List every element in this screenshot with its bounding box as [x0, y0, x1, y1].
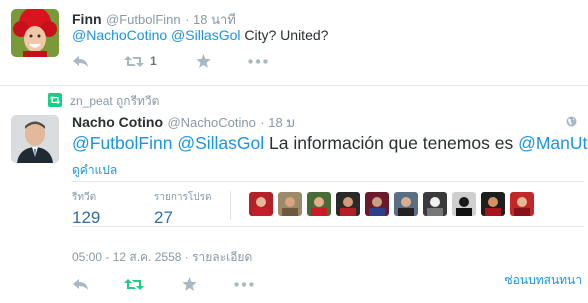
avatar[interactable]: [510, 192, 534, 216]
retweet-icon[interactable]: [124, 278, 182, 291]
globe-icon: [566, 114, 577, 132]
avatar[interactable]: [249, 192, 273, 216]
favorite-icon[interactable]: [182, 277, 234, 291]
retweets-count: 129: [72, 208, 101, 227]
mention-link[interactable]: @NachoCotino: [72, 27, 167, 43]
reply-icon[interactable]: [72, 278, 124, 291]
retweeted-by[interactable]: zn_peat ถูกรีทวีต: [70, 92, 159, 111]
mention-link[interactable]: @SillasGol: [171, 27, 240, 43]
retweet-context: zn_peat ถูกรีทวีต: [48, 92, 159, 111]
avatar[interactable]: [11, 9, 59, 57]
avatar[interactable]: [11, 115, 59, 163]
stats-divider: [230, 191, 231, 220]
favorites-label: รายการโปรด: [154, 192, 212, 203]
tweet-nacho: zn_peat ถูกรีทวีต Nacho Cotino @NachoCot…: [0, 87, 588, 303]
avatar[interactable]: [307, 192, 331, 216]
display-name[interactable]: Finn: [72, 11, 102, 27]
tweet-stats: รีทวีต 129 รายการโปรด 27: [72, 181, 584, 227]
retweets-label: รีทวีต: [72, 192, 97, 203]
tweet-finn: Finn @FutbolFinn · 18 นาที @NachoCotino …: [0, 0, 588, 86]
avatar[interactable]: [365, 192, 389, 216]
mention-link[interactable]: @ManUtd: [518, 133, 588, 153]
tweet-text-body: City? United?: [240, 27, 329, 43]
more-icon[interactable]: [234, 281, 254, 287]
avatar[interactable]: [394, 192, 418, 216]
tweet-text: @NachoCotino @SillasGol City? United?: [72, 27, 328, 43]
reply-icon[interactable]: [72, 55, 124, 68]
avatar[interactable]: [336, 192, 360, 216]
screen-name[interactable]: @FutbolFinn: [106, 12, 181, 27]
timestamp[interactable]: 18 นาที: [193, 12, 236, 27]
favorites-stat[interactable]: รายการโปรด 27: [154, 190, 211, 228]
retweet-count: 1: [150, 54, 157, 68]
tweet-header: Nacho Cotino @NachoCotino · 18 ນ: [72, 114, 295, 130]
mention-link[interactable]: @SillasGol: [177, 133, 264, 153]
retweet-icon: [124, 55, 144, 67]
tweet-actions: 1: [72, 54, 268, 68]
avatar[interactable]: [278, 192, 302, 216]
retweet-button[interactable]: 1: [124, 54, 196, 68]
collapse-conversation-link[interactable]: ซ่อนบทสนทนา: [505, 271, 582, 290]
avatar[interactable]: [452, 192, 476, 216]
display-name[interactable]: Nacho Cotino: [72, 114, 163, 130]
avatar[interactable]: [481, 192, 505, 216]
retweet-icon: [48, 93, 62, 110]
favorite-icon[interactable]: [196, 54, 248, 68]
translate-link[interactable]: ดูคำแปล: [72, 161, 117, 180]
screen-name[interactable]: @NachoCotino: [167, 115, 255, 130]
favorites-count: 27: [154, 208, 173, 227]
more-icon[interactable]: [248, 58, 268, 64]
avatar[interactable]: [423, 192, 447, 216]
mention-link[interactable]: @FutbolFinn: [72, 133, 172, 153]
retweets-stat[interactable]: รีทวีต 129: [72, 190, 100, 228]
tweet-text-body: La información que tenemos es: [264, 133, 519, 153]
tweet-text: @FutbolFinn @SillasGol La información qu…: [72, 133, 588, 154]
tweet-actions: [72, 277, 254, 291]
timestamp[interactable]: 18 ນ: [268, 115, 295, 130]
tweet-timestamp-details[interactable]: 05:00 - 12 ส.ค. 2558 · รายละเอียด: [72, 248, 252, 267]
favoriters-list: [249, 192, 539, 216]
